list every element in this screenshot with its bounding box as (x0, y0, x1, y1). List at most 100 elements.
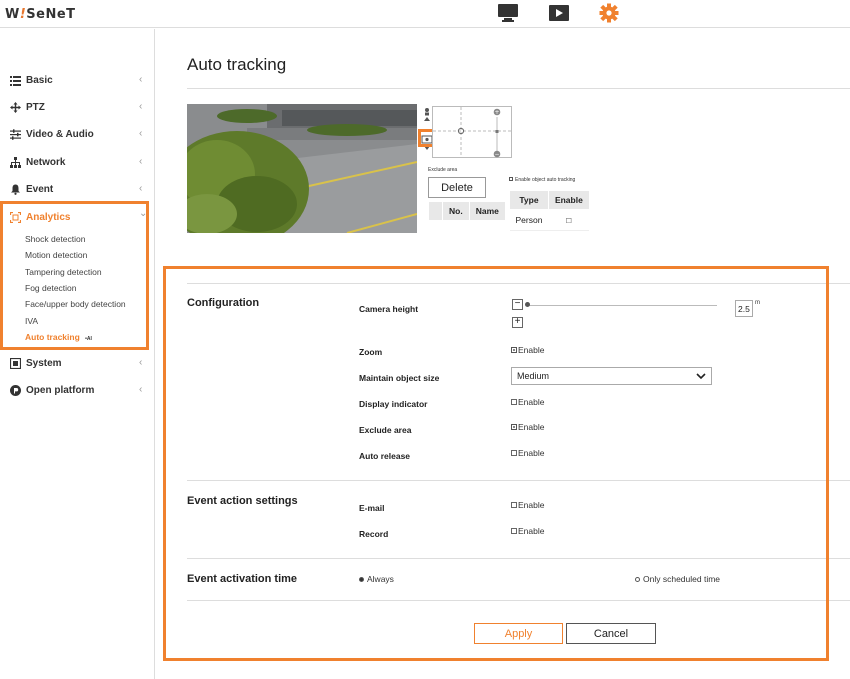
table-row: Person □ (509, 209, 590, 231)
camera-height-slider-handle[interactable] (525, 302, 530, 307)
sidebar: Basic ‹ PTZ ‹ Video & Audio ‹ Network ‹ … (0, 29, 155, 679)
chevron-left-icon: ‹ (139, 156, 143, 167)
wisenet-logo: W!SeNeT (5, 7, 76, 22)
settings-gear-icon[interactable] (598, 3, 620, 23)
radio-dot (359, 577, 364, 582)
event-action-heading: Event action settings (187, 495, 298, 507)
exclude-area-checkbox[interactable]: Enable (511, 422, 544, 432)
chevron-left-icon: ‹ (139, 183, 143, 194)
submenu-auto-tracking[interactable]: Auto tracking •AI (25, 332, 92, 342)
radio-dot (635, 577, 640, 582)
email-enable-checkbox[interactable]: Enable (511, 500, 544, 510)
checkbox-box (511, 502, 517, 508)
auto-release-label: Auto release (359, 451, 411, 461)
configuration-heading: Configuration (187, 297, 260, 309)
record-label: Record (359, 529, 389, 539)
exclude-area-label: Exclude area (428, 167, 458, 173)
camera-height-plus-button[interactable]: + (512, 317, 523, 328)
checkbox-box (511, 528, 517, 534)
submenu-shock-detection[interactable]: Shock detection (25, 234, 85, 244)
svg-text:+: + (494, 109, 499, 116)
maintain-object-size-label: Maintain object size (359, 373, 440, 383)
table-header: Type (509, 190, 549, 210)
open-platform-icon (10, 385, 21, 396)
auto-release-checkbox[interactable]: Enable (511, 448, 544, 458)
checkbox-box (511, 399, 517, 405)
monitor-icon[interactable] (497, 3, 519, 23)
sidebar-item-label: Network (26, 157, 66, 168)
select-value: Medium (517, 371, 550, 381)
sidebar-item-event[interactable]: Event ‹ (0, 178, 155, 202)
sidebar-item-label: Video & Audio (26, 129, 94, 140)
radio-label: Always (367, 574, 394, 584)
checkbox-label: Enable (518, 422, 545, 432)
sidebar-item-network[interactable]: Network ‹ (0, 151, 155, 175)
zoom-label: Zoom (359, 347, 383, 357)
always-radio[interactable]: Always (359, 574, 394, 584)
submenu-iva[interactable]: IVA (25, 316, 38, 326)
sidebar-item-label: Basic (26, 75, 53, 86)
camera-preview[interactable] (187, 104, 417, 233)
exclude-area-setting-label: Exclude area (359, 425, 412, 435)
table-header: No. (442, 201, 470, 221)
title-divider (187, 88, 850, 89)
email-label: E-mail (359, 503, 385, 513)
sidebar-item-label: Analytics (26, 212, 71, 223)
enable-object-tracking-checkbox[interactable]: Enable object auto tracking (509, 177, 575, 183)
cancel-button[interactable]: Cancel (566, 623, 656, 644)
main-content: Auto tracking + − Exclude area Delete No… (156, 29, 850, 679)
submenu-motion-detection[interactable]: Motion detection (25, 250, 87, 260)
svg-text:−: − (494, 151, 499, 158)
system-icon (10, 358, 21, 369)
checkbox-label: Enable (518, 345, 545, 355)
person-enable-checkbox[interactable]: □ (548, 209, 590, 231)
sidebar-item-basic[interactable]: Basic ‹ (0, 69, 155, 93)
camera-height-input[interactable]: 2.5 (735, 300, 753, 317)
object-type-table: Type Enable Person □ (509, 190, 590, 231)
table-header: Enable (547, 190, 590, 210)
ai-badge: •AI (85, 336, 92, 342)
ptz-arrows-icon (10, 102, 21, 113)
sidebar-item-ptz[interactable]: PTZ ‹ (0, 96, 155, 120)
enable-object-label: Enable object auto tracking (515, 177, 576, 183)
page-title: Auto tracking (187, 55, 287, 74)
section-divider (187, 283, 850, 284)
sidebar-item-label: System (26, 358, 62, 369)
checkbox-box (511, 347, 517, 353)
sidebar-item-label: PTZ (26, 102, 45, 113)
submenu-fog-detection[interactable]: Fog detection (25, 283, 77, 293)
delete-button[interactable]: Delete (428, 177, 486, 198)
camera-height-label: Camera height (359, 304, 419, 314)
table-header: Name (468, 201, 506, 221)
zoom-slider[interactable]: + − (492, 108, 502, 158)
display-indicator-checkbox[interactable]: Enable (511, 397, 544, 407)
sidebar-item-system[interactable]: System ‹ (0, 352, 155, 376)
bell-icon (11, 184, 20, 195)
zoom-enable-checkbox[interactable]: Enable (511, 345, 544, 355)
scheduled-time-radio[interactable]: Only scheduled time (635, 574, 720, 584)
list-icon (10, 76, 21, 86)
submenu-label: Auto tracking (25, 332, 80, 342)
checkbox-label: Enable (518, 500, 545, 510)
sidebar-item-video-audio[interactable]: Video & Audio ‹ (0, 123, 155, 147)
radio-label: Only scheduled time (643, 574, 721, 584)
sidebar-item-open-platform[interactable]: Open platform ‹ (0, 379, 155, 403)
chevron-left-icon: ‹ (139, 128, 143, 139)
playback-icon[interactable] (548, 3, 570, 23)
checkbox-label: Enable (518, 397, 545, 407)
display-indicator-label: Display indicator (359, 399, 428, 409)
chevron-down-icon: ⌄ (139, 208, 148, 219)
exclude-area-table: No. Name (428, 201, 506, 221)
sidebar-item-analytics[interactable]: Analytics ⌄ (0, 206, 155, 230)
camera-height-minus-button[interactable]: − (512, 299, 523, 310)
sliders-icon (10, 129, 21, 140)
submenu-face-upper-body-detection[interactable]: Face/upper body detection (25, 299, 126, 309)
maintain-object-size-select[interactable]: Medium (511, 367, 712, 385)
submenu-tampering-detection[interactable]: Tampering detection (25, 267, 102, 277)
apply-button[interactable]: Apply (474, 623, 563, 644)
section-divider (187, 480, 850, 481)
chevron-down-icon (696, 369, 706, 385)
table-cell: Person (509, 209, 549, 231)
checkbox-label: Enable (518, 448, 545, 458)
record-enable-checkbox[interactable]: Enable (511, 526, 544, 536)
